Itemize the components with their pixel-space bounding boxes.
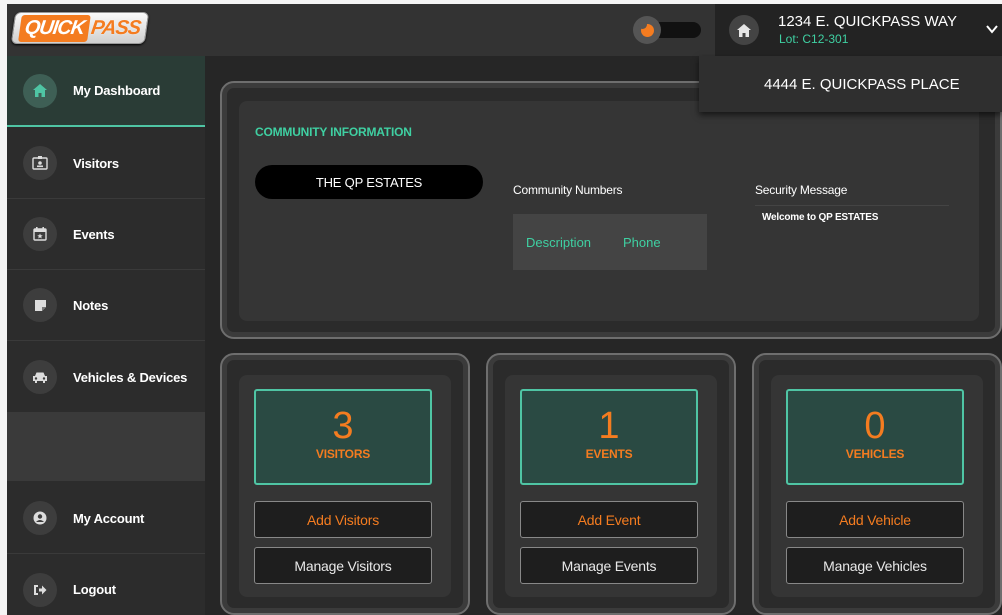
community-numbers-label: Community Numbers [513, 183, 623, 197]
quickpass-logo[interactable]: QUICK PASS [10, 12, 150, 44]
sidebar-item-vehicles-devices[interactable]: Vehicles & Devices [7, 342, 205, 413]
sidebar-item-label: My Account [73, 510, 145, 526]
visitors-count: 3 [332, 405, 354, 447]
top-bar: QUICK PASS 1234 E. QUICKPASS WAY Lot: C12… [7, 4, 1002, 56]
app-window: QUICK PASS 1234 E. QUICKPASS WAY Lot: C12… [7, 4, 1002, 615]
sidebar-item-notes[interactable]: Notes [7, 270, 205, 341]
note-icon [23, 288, 57, 322]
security-message-label: Security Message [755, 183, 848, 197]
manage-vehicles-button[interactable]: Manage Vehicles [786, 547, 964, 584]
add-visitors-button[interactable]: Add Visitors [254, 501, 432, 538]
events-label: EVENTS [585, 447, 633, 461]
moon-icon [633, 16, 661, 44]
sidebar-item-my-account[interactable]: My Account [7, 483, 205, 554]
manage-visitors-button[interactable]: Manage Visitors [254, 547, 432, 584]
add-vehicle-button[interactable]: Add Vehicle [786, 501, 964, 538]
visitors-label: VISITORS [315, 447, 371, 461]
events-count: 1 [598, 405, 620, 447]
column-header-description: Description [526, 235, 592, 250]
current-address: 1234 E. QUICKPASS WAY [778, 13, 957, 30]
address-dropdown-option[interactable]: 4444 E. QUICKPASS PLACE [699, 56, 1002, 112]
community-info-panel: COMMUNITY INFORMATION THE QP ESTATES Com… [239, 101, 979, 321]
sidebar-item-events[interactable]: Events [7, 199, 205, 270]
vehicles-label: VEHICLES [845, 447, 905, 461]
user-circle-icon [23, 501, 57, 535]
security-message-text: Welcome to QP ESTATES [762, 212, 879, 223]
vehicles-card: 0 VEHICLES Add Vehicle Manage Vehicles [752, 353, 1002, 615]
sidebar-spacer [7, 413, 205, 481]
community-numbers-table: Description Phone [513, 214, 707, 270]
sidebar-item-visitors[interactable]: Visitors [7, 128, 205, 199]
id-badge-icon [23, 146, 57, 180]
home-icon [23, 73, 57, 108]
events-count-tile[interactable]: 1 EVENTS [520, 389, 698, 485]
logo-quick-text: QUICK [17, 14, 92, 42]
sidebar-item-label: Visitors [73, 155, 119, 171]
logo-pass-text: PASS [89, 16, 142, 39]
community-name-pill: THE QP ESTATES [255, 165, 483, 199]
column-header-phone: Phone [623, 235, 661, 250]
calendar-icon [23, 217, 57, 251]
sidebar-item-my-dashboard[interactable]: My Dashboard [7, 56, 205, 127]
sidebar: My Dashboard Visitors Events Notes Vehic… [7, 56, 205, 615]
vehicles-count-tile[interactable]: 0 VEHICLES [786, 389, 964, 485]
manage-events-button[interactable]: Manage Events [520, 547, 698, 584]
visitors-card: 3 VISITORS Add Visitors Manage Visitors [220, 353, 470, 615]
main-content: COMMUNITY INFORMATION THE QP ESTATES Com… [205, 56, 1002, 615]
visitors-count-tile[interactable]: 3 VISITORS [254, 389, 432, 485]
divider [755, 205, 949, 206]
home-icon [729, 15, 759, 45]
car-icon [23, 360, 57, 394]
sidebar-item-label: Events [73, 226, 115, 242]
sidebar-item-label: Notes [73, 297, 109, 313]
logout-icon [23, 572, 57, 607]
address-selector[interactable]: 1234 E. QUICKPASS WAY Lot: C12-301 [715, 4, 1002, 56]
events-card: 1 EVENTS Add Event Manage Events [486, 353, 736, 615]
lot-number: Lot: C12-301 [779, 32, 849, 46]
sidebar-item-logout[interactable]: Logout [7, 554, 205, 615]
community-info-title: COMMUNITY INFORMATION [255, 125, 412, 139]
dark-mode-toggle[interactable] [633, 16, 703, 44]
chevron-down-icon [986, 25, 998, 34]
sidebar-item-label: Logout [73, 582, 116, 597]
sidebar-item-label: My Dashboard [73, 83, 161, 98]
dropdown-address-label: 4444 E. QUICKPASS PLACE [764, 76, 960, 93]
vehicles-count: 0 [864, 405, 886, 447]
add-event-button[interactable]: Add Event [520, 501, 698, 538]
page-frame: QUICK PASS 1234 E. QUICKPASS WAY Lot: C12… [0, 0, 1002, 615]
community-info-card: COMMUNITY INFORMATION THE QP ESTATES Com… [220, 81, 1002, 339]
sidebar-item-label: Vehicles & Devices [73, 369, 188, 385]
